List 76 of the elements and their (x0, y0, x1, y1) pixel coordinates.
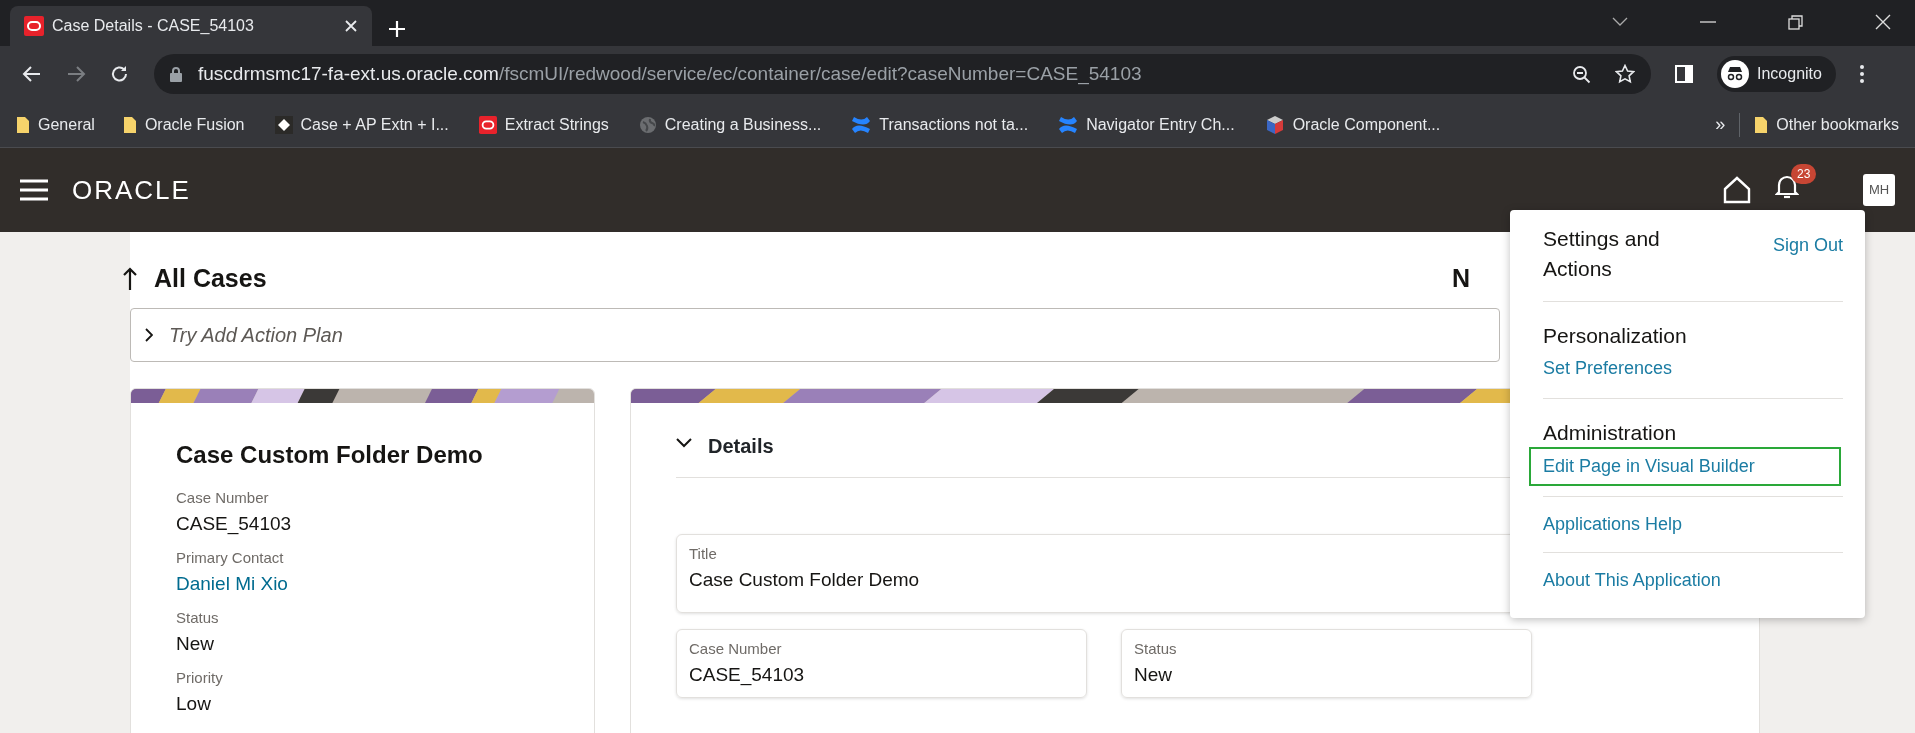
menu-item[interactable]: Edit Page in Visual Builder (1531, 448, 1839, 484)
forward-arrow-icon[interactable] (66, 64, 86, 84)
lock-icon (170, 66, 182, 82)
field-value: New (176, 631, 215, 656)
field-label: Priority (176, 668, 224, 688)
confluence-icon (851, 115, 872, 134)
bell-icon[interactable] (1775, 173, 1799, 200)
bookmark[interactable]: Navigator Entry Ch... (1058, 112, 1235, 137)
up-arrow-icon[interactable] (122, 266, 138, 292)
menu-item[interactable]: Set Preferences (1531, 351, 1839, 387)
menu-title: Settings and Actions (1543, 226, 1661, 283)
sign-out-link[interactable]: Sign Out (1772, 232, 1843, 285)
folder-icon (16, 115, 30, 134)
notification-badge: 23 (1791, 163, 1817, 184)
field-label: Case Number (176, 488, 270, 508)
contact-link[interactable]: Daniel Mi Xio (176, 572, 288, 594)
cube-icon (1264, 114, 1285, 135)
field-label: Status (176, 608, 220, 628)
reload-icon[interactable] (110, 64, 130, 84)
url-text: fuscdrmsmc17-fa-ext.us.oracle.com/fscmUI/redwood/service/ec/container/case/edit?caseNumber=CASE_54103 (198, 61, 1143, 87)
tab-title: Case Details - CASE_54103 (52, 16, 255, 36)
confluence-icon (1058, 115, 1079, 134)
form-field[interactable]: Status New (1121, 629, 1532, 698)
menu-item[interactable]: Applications Help (1531, 508, 1839, 540)
field-value: Low (176, 691, 212, 716)
globe-icon (638, 115, 657, 134)
field-value: Case Custom Folder Demo (689, 567, 921, 592)
section-heading: Details (708, 434, 774, 459)
chevron-right-icon (145, 328, 153, 342)
field-label: Primary Contact (176, 548, 285, 568)
plus-icon[interactable] (388, 20, 406, 38)
page-title: All Cases (154, 263, 267, 295)
bookmark[interactable]: Case + AP Extn + I... (274, 112, 449, 137)
bookmark[interactable]: General (16, 112, 95, 137)
close-icon[interactable] (344, 19, 358, 33)
oracle-icon (478, 115, 497, 134)
bookmark-folder[interactable]: Other bookmarks (1754, 112, 1899, 137)
browser-tab[interactable]: Case Details - CASE_54103 (10, 6, 372, 46)
bookmark[interactable]: Oracle Component... (1264, 112, 1441, 137)
incognito-icon (1721, 60, 1749, 88)
header-action: N (1451, 263, 1470, 295)
address-bar[interactable]: fuscdrmsmc17-fa-ext.us.oracle.com/fscmUI/redwood/service/ec/container/case/edit?caseNumber=CASE_54103 (154, 54, 1651, 94)
user-avatar[interactable]: MH (1863, 174, 1895, 206)
restore-icon[interactable] (1788, 14, 1803, 30)
menu-icon[interactable] (20, 179, 48, 201)
field-value: New (1134, 662, 1173, 687)
home-icon[interactable] (1723, 176, 1751, 204)
zoom-out-icon[interactable] (1572, 64, 1591, 84)
close-icon[interactable] (1875, 14, 1891, 30)
bookmarks-overflow[interactable]: » (1715, 111, 1726, 138)
card-title: Case Custom Folder Demo (176, 440, 484, 470)
profile-button[interactable]: Incognito (1717, 56, 1836, 92)
bookmark[interactable]: Transactions not ta... (851, 112, 1029, 137)
bookmark[interactable]: Extract Strings (478, 112, 609, 137)
folder-icon (122, 115, 137, 134)
menu-section-heading: Administration (1543, 420, 1678, 447)
side-panel-icon[interactable] (1675, 65, 1693, 83)
field-label: Title (689, 544, 718, 564)
form-field[interactable]: Case Number CASE_54103 (676, 629, 1087, 698)
field-label: Case Number (689, 639, 783, 659)
field-label: Status (1134, 639, 1178, 659)
more-options-icon[interactable] (1859, 65, 1864, 83)
bookmark[interactable]: Oracle Fusion (122, 112, 245, 137)
menu-section-heading: Personalization (1543, 322, 1688, 349)
oracle-logo: ORACLE (72, 173, 191, 207)
bookmark[interactable]: Creating a Business... (638, 112, 822, 137)
diamond-icon (274, 115, 293, 134)
oracle-icon (24, 16, 44, 36)
action-plan-bar[interactable]: Try Add Action Plan (130, 308, 1500, 362)
field-value: CASE_54103 (689, 662, 806, 688)
back-arrow-icon[interactable] (22, 64, 42, 84)
star-icon[interactable] (1615, 64, 1635, 84)
folder-icon (1754, 115, 1769, 134)
field-value: CASE_54103 (176, 511, 293, 537)
menu-item[interactable]: About This Application (1531, 564, 1839, 596)
chevron-down-icon[interactable] (1612, 17, 1628, 27)
